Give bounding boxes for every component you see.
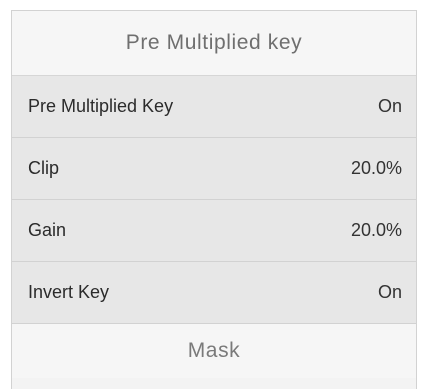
setting-value[interactable]: On [378, 282, 402, 303]
setting-row-clip[interactable]: Clip 20.0% [12, 138, 416, 200]
mask-section-header[interactable]: Mask [12, 324, 416, 378]
setting-value[interactable]: 20.0% [351, 158, 402, 179]
setting-row-pre-multiplied-key[interactable]: Pre Multiplied Key On [12, 76, 416, 138]
pre-multiplied-key-panel: Pre Multiplied key Pre Multiplied Key On… [11, 10, 417, 389]
setting-row-invert-key[interactable]: Invert Key On [12, 262, 416, 324]
setting-label: Pre Multiplied Key [28, 96, 174, 116]
panel-title[interactable]: Pre Multiplied key [12, 11, 416, 76]
setting-label: Invert Key [28, 282, 110, 302]
setting-label: Gain [28, 220, 67, 240]
setting-value[interactable]: 20.0% [351, 220, 402, 241]
setting-label: Clip [28, 158, 60, 178]
setting-row-gain[interactable]: Gain 20.0% [12, 200, 416, 262]
setting-value[interactable]: On [378, 96, 402, 117]
